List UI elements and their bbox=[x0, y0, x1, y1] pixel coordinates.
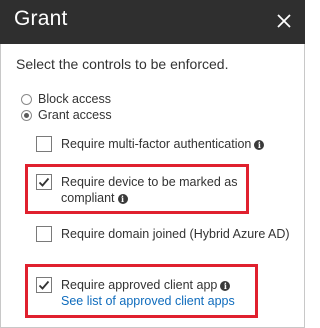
approved-apps-link[interactable]: See list of approved client apps bbox=[61, 294, 235, 308]
radio-label: Block access bbox=[38, 92, 111, 106]
close-icon[interactable] bbox=[273, 10, 295, 32]
compliant-label-line2: compliant bbox=[61, 191, 115, 205]
approved-app-checkbox[interactable] bbox=[36, 277, 52, 293]
panel-title: Grant bbox=[14, 7, 68, 30]
checkmark-icon bbox=[38, 177, 50, 187]
control-approved-app[interactable]: Require approved client app i See list of… bbox=[36, 277, 235, 309]
compliant-checkbox[interactable] bbox=[36, 174, 52, 190]
intro-text: Select the controls to be enforced. bbox=[16, 56, 229, 72]
domain-joined-label: Require domain joined (Hybrid Azure AD) bbox=[61, 227, 290, 241]
panel-header: Grant bbox=[0, 0, 305, 44]
mfa-label: Require multi-factor authentication bbox=[61, 137, 252, 151]
radio-label: Grant access bbox=[38, 108, 112, 122]
radio-button[interactable] bbox=[21, 93, 32, 105]
control-mfa[interactable]: Require multi-factor authentication i bbox=[36, 136, 265, 152]
radio-grant-access[interactable]: Grant access bbox=[21, 107, 112, 123]
control-compliant-device[interactable]: Require device to be marked as compliant… bbox=[36, 174, 237, 206]
approved-app-label: Require approved client app bbox=[61, 278, 218, 292]
mfa-checkbox[interactable] bbox=[36, 136, 52, 152]
radio-button[interactable] bbox=[21, 109, 32, 121]
radio-block-access[interactable]: Block access bbox=[21, 91, 111, 107]
info-icon[interactable]: i bbox=[117, 194, 128, 204]
domain-joined-checkbox[interactable] bbox=[36, 226, 52, 242]
checkmark-icon bbox=[38, 280, 50, 290]
info-icon[interactable]: i bbox=[220, 281, 231, 291]
compliant-label-line1: Require device to be marked as bbox=[61, 175, 238, 189]
control-domain-joined[interactable]: Require domain joined (Hybrid Azure AD) bbox=[36, 226, 290, 242]
info-icon[interactable]: i bbox=[254, 140, 265, 150]
